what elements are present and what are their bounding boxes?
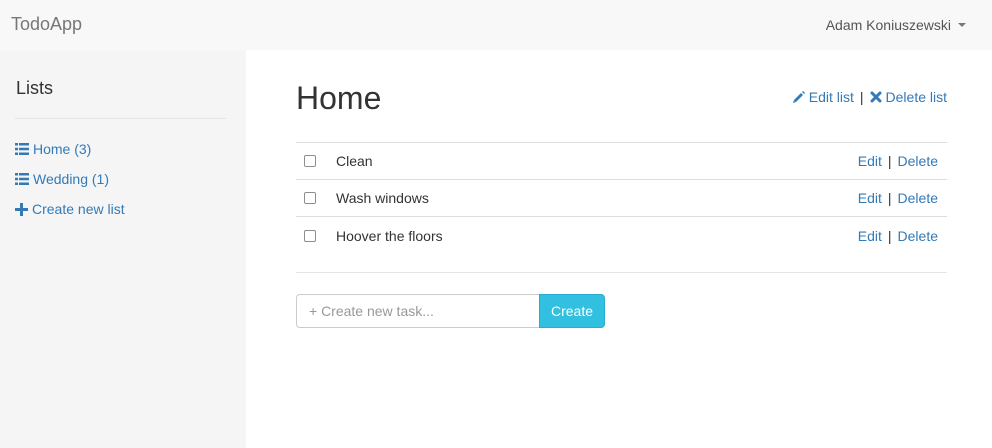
table-row: Clean Edit | Delete xyxy=(296,143,947,180)
separator: | xyxy=(887,227,892,244)
task-checkbox[interactable] xyxy=(304,155,316,167)
create-task-button[interactable]: Create xyxy=(539,294,605,328)
task-label: Wash windows xyxy=(336,190,429,206)
edit-task-button[interactable]: Edit xyxy=(858,228,882,244)
sidebar-nav: Home (3) Wedding (1) Create new list xyxy=(15,139,125,229)
new-task-form: Create xyxy=(296,294,605,328)
sidebar-item-label: Wedding (1) xyxy=(33,171,110,187)
pencil-icon xyxy=(792,90,805,103)
close-icon xyxy=(870,91,882,103)
table-row: Wash windows Edit | Delete xyxy=(296,180,947,217)
task-label: Clean xyxy=(336,153,373,169)
list-icon xyxy=(15,173,29,185)
delete-list-label: Delete list xyxy=(885,89,947,105)
sidebar-title: Lists xyxy=(16,78,54,98)
task-checkbox[interactable] xyxy=(304,229,316,242)
brand-link[interactable]: TodoApp xyxy=(11,14,82,35)
sidebar: Lists Home (3) Wedding (1) Create new li… xyxy=(0,50,246,448)
task-actions: Edit | Delete xyxy=(858,190,938,206)
create-new-list-link[interactable]: Create new list xyxy=(15,199,125,219)
task-checkbox[interactable] xyxy=(304,192,316,204)
delete-task-button[interactable]: Delete xyxy=(898,228,938,244)
list-actions: Edit list | Delete list xyxy=(792,89,947,105)
plus-icon xyxy=(15,202,28,216)
separator: | xyxy=(859,89,864,105)
table-row: Hoover the floors Edit | Delete xyxy=(296,217,947,254)
task-actions: Edit | Delete xyxy=(858,153,938,169)
new-task-input[interactable] xyxy=(296,294,539,328)
separator: | xyxy=(887,153,892,169)
user-menu-dropdown[interactable]: Adam Koniuszewski xyxy=(826,17,966,33)
delete-task-button[interactable]: Delete xyxy=(898,153,938,169)
edit-task-button[interactable]: Edit xyxy=(858,190,882,206)
caret-down-icon xyxy=(958,23,966,27)
divider xyxy=(296,272,947,273)
edit-task-button[interactable]: Edit xyxy=(858,153,882,169)
separator: | xyxy=(887,190,892,206)
user-name: Adam Koniuszewski xyxy=(825,17,951,33)
list-icon xyxy=(15,143,29,155)
sidebar-item-wedding[interactable]: Wedding (1) xyxy=(15,169,109,189)
task-label: Hoover the floors xyxy=(336,227,443,244)
create-new-list-label: Create new list xyxy=(32,201,125,217)
edit-list-label: Edit list xyxy=(808,89,854,105)
navbar: TodoApp Adam Koniuszewski xyxy=(0,0,992,50)
task-table: Clean Edit | Delete Wash windows Edit | … xyxy=(296,142,947,254)
sidebar-item-label: Home (3) xyxy=(33,141,92,157)
delete-task-button[interactable]: Delete xyxy=(898,190,938,206)
delete-list-button[interactable]: Delete list xyxy=(870,89,947,105)
page-title: Home xyxy=(296,80,382,116)
task-actions: Edit | Delete xyxy=(858,228,938,244)
sidebar-item-home[interactable]: Home (3) xyxy=(15,139,91,159)
sidebar-divider xyxy=(15,118,226,119)
edit-list-button[interactable]: Edit list xyxy=(792,89,854,105)
